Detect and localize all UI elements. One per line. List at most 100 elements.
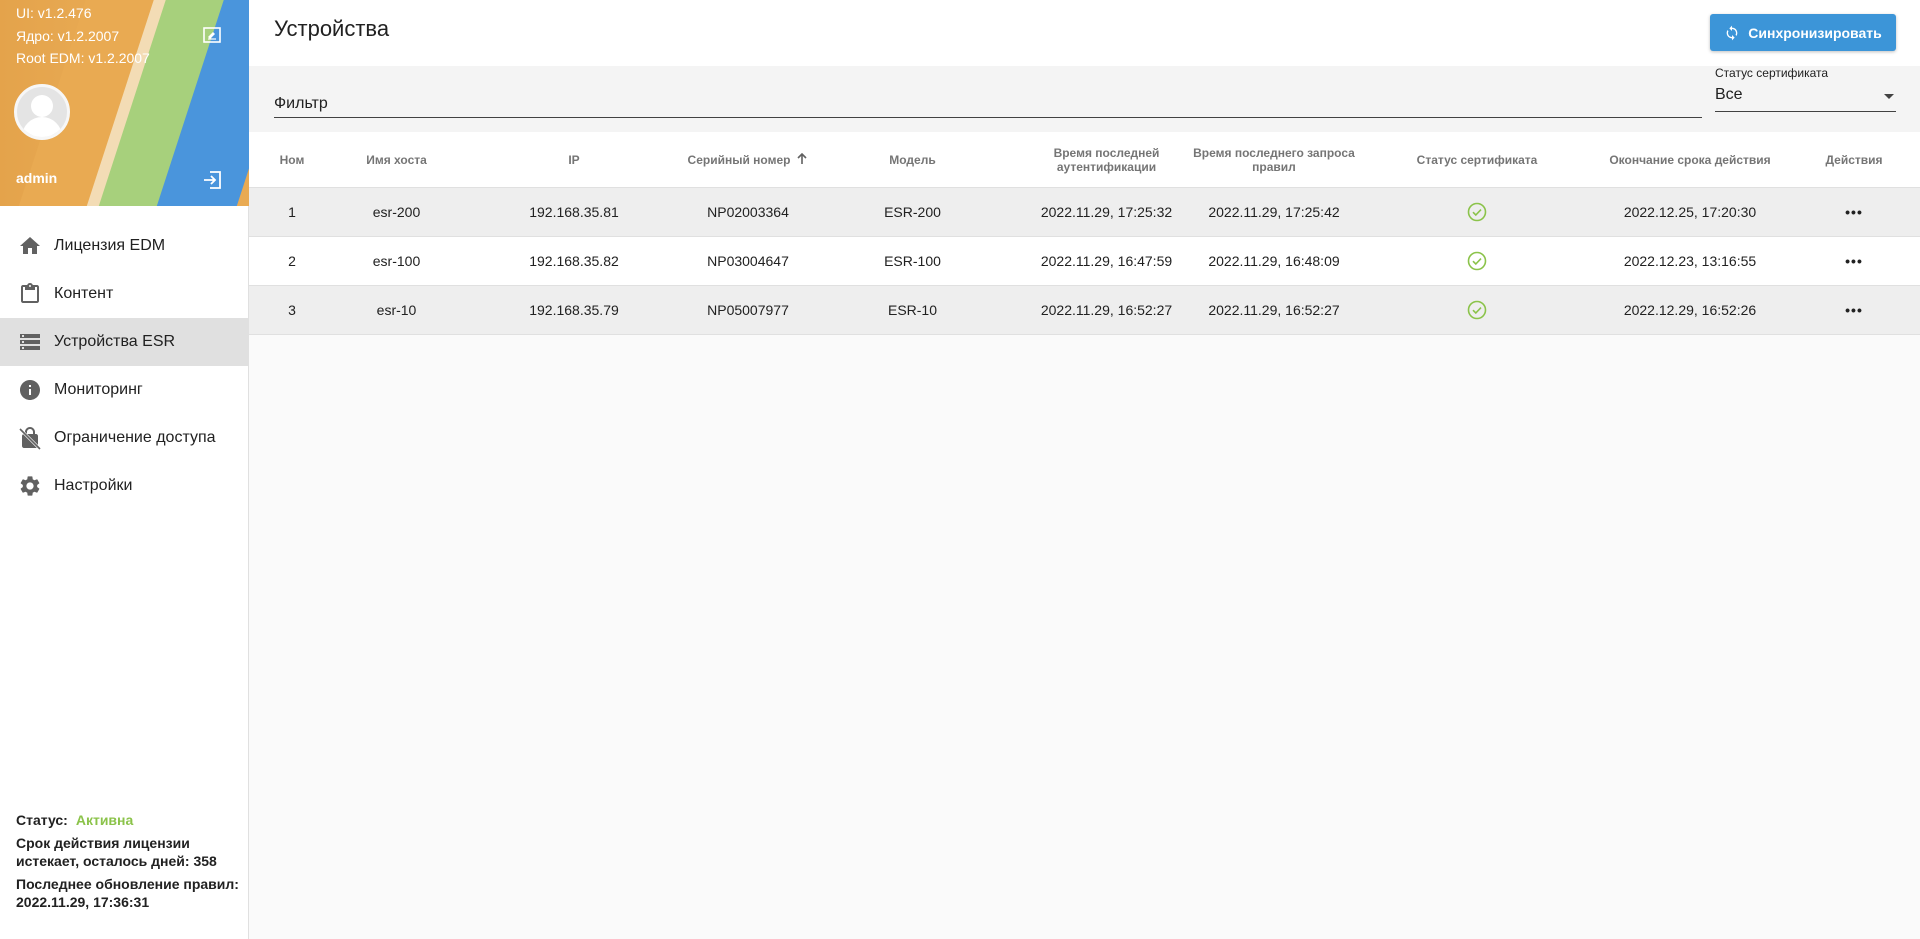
cell-host: esr-10 (376, 302, 417, 318)
version-info: UI: v1.2.476 Ядро: v1.2.2007 Root EDM: v… (16, 2, 150, 70)
cell-ip: 192.168.35.79 (529, 302, 619, 318)
cell-serial: NP05007977 (707, 302, 789, 318)
col-header-last-rules[interactable]: Время последнего запроса правил (1186, 132, 1362, 188)
table-header: Ном Имя хоста IP Серийный номер Модель В… (249, 132, 1920, 188)
col-header-host[interactable]: Имя хоста (348, 132, 445, 188)
cell-cert-status (1379, 286, 1575, 334)
cell-actions: ••• (1804, 188, 1904, 236)
nav-label: Контент (54, 285, 114, 302)
status-label: Статус: (16, 812, 68, 828)
col-header-serial[interactable]: Серийный номер (673, 132, 823, 188)
rules-update-text: Последнее обновление правил: 2022.11.29,… (16, 876, 239, 910)
table-row[interactable]: 2 esr-100 192.168.35.82 NP03004647 ESR-1… (249, 237, 1920, 286)
cell-serial: NP02003364 (707, 204, 789, 220)
page-title: Устройства (274, 16, 390, 41)
nav-item-license[interactable]: Лицензия EDM (0, 222, 248, 270)
cell-last-rules: 2022.11.29, 16:48:09 (1208, 253, 1340, 269)
license-status-panel: Статус: Активна Срок действия лицензии ис… (16, 811, 241, 916)
cell-host: esr-200 (372, 204, 421, 220)
cell-num: 2 (288, 253, 296, 269)
license-status: Статус: Активна (16, 811, 241, 829)
cell-last-auth: 2022.11.29, 17:25:32 (1040, 204, 1173, 220)
cell-last-auth: 2022.11.29, 16:47:59 (1040, 253, 1173, 269)
page-header: Устройства Синхронизировать (249, 0, 1920, 66)
sync-label: Синхронизировать (1748, 24, 1882, 41)
sync-icon (1726, 25, 1738, 40)
info-icon (17, 377, 43, 403)
avatar (14, 84, 70, 140)
username: admin (16, 170, 58, 186)
nav-label: Настройки (54, 477, 133, 494)
nav-label: Ограничение доступа (54, 429, 216, 446)
nav-item-esr-devices[interactable]: Устройства ESR (0, 318, 248, 366)
clipboard-icon (17, 281, 43, 307)
cell-last-rules: 2022.11.29, 17:25:42 (1208, 204, 1340, 220)
home-icon (17, 233, 43, 259)
col-header-serial-label: Серийный номер (687, 153, 791, 167)
nav-item-access-restriction[interactable]: Ограничение доступа (0, 414, 248, 462)
cell-last-auth: 2022.11.29, 16:52:27 (1040, 302, 1173, 318)
col-header-actions: Действия (1825, 153, 1883, 167)
cell-model: ESR-100 (884, 253, 941, 269)
cell-expiry: 2022.12.25, 17:20:30 (1623, 204, 1757, 220)
col-header-ip[interactable]: IP (509, 132, 639, 188)
cert-status-select-value[interactable]: Все (1715, 86, 1896, 112)
cell-expiry: 2022.12.29, 16:52:26 (1623, 302, 1757, 318)
main-content: Устройства Синхронизировать Статус серти… (249, 0, 1920, 939)
cell-model: ESR-10 (887, 302, 938, 318)
col-header-num[interactable]: Ном (272, 132, 312, 188)
sidebar: UI: v1.2.476 Ядро: v1.2.2007 Root EDM: v… (0, 0, 249, 939)
gear-icon (17, 473, 43, 499)
edit-profile-icon[interactable] (201, 24, 223, 46)
table-row[interactable]: 3 esr-10 192.168.35.79 NP05007977 ESR-10… (249, 286, 1920, 335)
check-circle-icon (1467, 251, 1487, 271)
nav-item-settings[interactable]: Настройки (0, 462, 248, 510)
col-header-cert-status[interactable]: Статус сертификата (1379, 132, 1575, 188)
main-nav: Лицензия EDM Контент Устройства ESR Мони… (0, 222, 248, 510)
cell-num: 3 (288, 302, 296, 318)
table-row[interactable]: 1 esr-200 192.168.35.81 NP02003364 ESR-2… (249, 188, 1920, 237)
cell-model: ESR-200 (884, 204, 941, 220)
root-version: Root EDM: v1.2.2007 (16, 50, 150, 66)
devices-table: Ном Имя хоста IP Серийный номер Модель В… (249, 132, 1920, 335)
nav-item-monitoring[interactable]: Мониторинг (0, 366, 248, 414)
license-expiry-text: Срок действия лицензии истекает, осталос… (16, 835, 217, 869)
col-header-expiry[interactable]: Окончание срока действия (1579, 132, 1801, 188)
sort-ascending-icon (796, 152, 808, 168)
cell-cert-status (1379, 237, 1575, 285)
filter-input[interactable] (274, 85, 1702, 118)
chevron-down-icon (1884, 94, 1894, 99)
more-actions-icon[interactable]: ••• (1845, 302, 1863, 318)
check-circle-icon (1467, 202, 1487, 222)
cert-status-select[interactable]: Статус сертификата Все (1715, 66, 1896, 112)
nav-label: Устройства ESR (54, 333, 176, 350)
check-circle-icon (1467, 300, 1487, 320)
logout-icon[interactable] (201, 169, 223, 191)
cell-serial: NP03004647 (707, 253, 789, 269)
col-header-last-auth[interactable]: Время последней аутентификации (1034, 132, 1179, 188)
cell-actions: ••• (1804, 286, 1904, 334)
profile-header: UI: v1.2.476 Ядро: v1.2.2007 Root EDM: v… (0, 0, 249, 206)
cell-last-rules: 2022.11.29, 16:52:27 (1208, 302, 1340, 318)
cert-status-select-label: Статус сертификата (1715, 66, 1829, 80)
cell-actions: ••• (1804, 237, 1904, 285)
ui-version: UI: v1.2.476 (16, 5, 92, 21)
more-actions-icon[interactable]: ••• (1845, 253, 1863, 269)
nav-label: Лицензия EDM (54, 237, 166, 254)
filter-bar: Статус сертификата Все (249, 66, 1920, 132)
nav-item-content[interactable]: Контент (0, 270, 248, 318)
cell-ip: 192.168.35.82 (529, 253, 619, 269)
lock-off-icon (17, 425, 43, 451)
col-header-model[interactable]: Модель (855, 132, 970, 188)
cell-host: esr-100 (372, 253, 421, 269)
sync-button[interactable]: Синхронизировать (1710, 14, 1896, 51)
cell-num: 1 (288, 204, 296, 220)
cell-ip: 192.168.35.81 (529, 204, 619, 220)
server-list-icon (17, 329, 43, 355)
more-actions-icon[interactable]: ••• (1845, 204, 1863, 220)
cell-cert-status (1379, 188, 1575, 236)
core-version: Ядро: v1.2.2007 (16, 27, 120, 44)
cell-expiry: 2022.12.23, 13:16:55 (1623, 253, 1757, 269)
cert-status-selected: Все (1715, 86, 1743, 103)
status-value: Активна (75, 812, 134, 828)
